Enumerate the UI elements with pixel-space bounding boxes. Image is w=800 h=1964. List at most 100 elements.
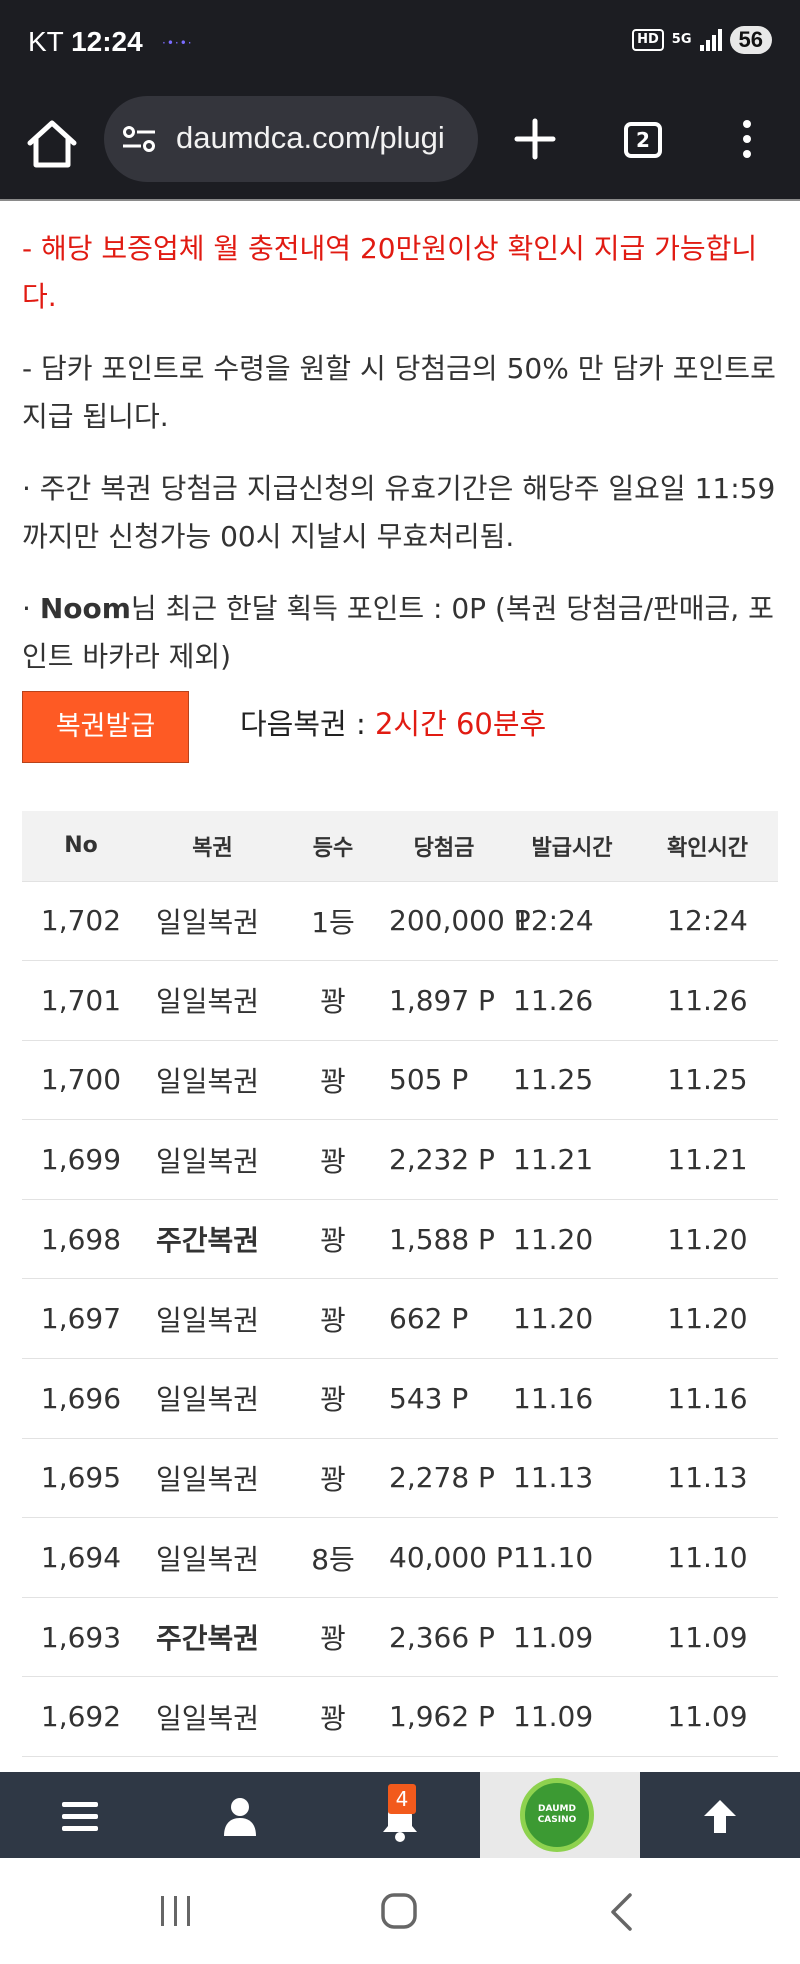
table-row: 1,694 일일복권 8등 40,000 P 11.10 11.10	[22, 1517, 778, 1598]
next-lottery-label: 다음복권 :	[240, 707, 375, 741]
cell-type: 주간복권	[140, 1199, 285, 1280]
back-icon[interactable]	[608, 1892, 634, 1932]
cell-rank: 꽝	[285, 1278, 381, 1360]
table-row: 1,702 일일복권 1등 200,000 P 12:24 12:24	[22, 881, 778, 962]
cell-prize: 2,232 P	[381, 1119, 507, 1200]
address-bar[interactable]: daumdca.com/plugi	[104, 96, 478, 182]
table-row: 1,696 일일복권 꽝 543 P 11.16 11.16	[22, 1358, 778, 1439]
network-5g-icon: 5G	[671, 32, 692, 47]
notice-charge-requirement: - 해당 보증업체 월 충전내역 20만원이상 확인시 지급 가능합니다.	[22, 232, 758, 313]
next-lottery-value: 2시간 60분후	[374, 707, 547, 741]
cell-issued: 11.20	[507, 1199, 637, 1280]
cell-checked: 11.21	[637, 1119, 778, 1200]
signal-icon	[699, 29, 722, 51]
cell-no: 1,701	[22, 960, 140, 1041]
notice-point-payout: - 담카 포인트로 수령을 원할 시 당첨금의 50% 만 담카 포인트로 지급…	[22, 352, 776, 433]
notice-monthly-points: · Noom님 최근 한달 획득 포인트 : 0P (복권 당첨금/판매금, 포…	[22, 585, 778, 681]
table-row: 1,697 일일복권 꽝 662 P 11.20 11.20	[22, 1278, 778, 1360]
new-tab-icon[interactable]	[512, 116, 558, 162]
next-lottery-timer: 다음복권 : 2시간 60분후	[240, 701, 546, 743]
bottom-navigation: 4 DAUMD CASINO	[0, 1772, 800, 1858]
cell-type: 일일복권	[140, 1278, 285, 1360]
clock: 12:24	[71, 26, 143, 57]
cell-issued: 11.10	[507, 1517, 637, 1598]
issue-lottery-button[interactable]: 복권발급	[22, 691, 189, 763]
home-icon[interactable]	[24, 116, 80, 172]
cell-checked: 11.16	[637, 1358, 778, 1439]
cell-issued: 11.16	[507, 1358, 637, 1439]
table-header-row: No 복권 등수 당첨금 발급시간 확인시간	[22, 811, 778, 882]
cell-prize: 543 P	[381, 1358, 507, 1439]
cell-checked: 12:24	[637, 881, 778, 962]
page-content: - 해당 보증업체 월 충전내역 20만원이상 확인시 지급 가능합니다. - …	[0, 201, 800, 1771]
hamburger-icon	[62, 1802, 98, 1838]
status-bar: KT 12:24 ·•·•· HD 5G 56	[0, 0, 800, 86]
lottery-history-table: No 복권 등수 당첨금 발급시간 확인시간 1,702 일일복권 1등 200,00…	[22, 811, 778, 1758]
home-nav-icon[interactable]	[380, 1892, 418, 1930]
cell-type: 일일복권	[140, 1517, 285, 1598]
column-header-issued: 발급시간	[507, 811, 637, 882]
username: Noom	[39, 592, 131, 625]
cell-no: 1,692	[22, 1676, 140, 1758]
cell-type: 일일복권	[140, 1438, 285, 1519]
cell-checked: 11.26	[637, 960, 778, 1041]
cell-rank: 꽝	[285, 1040, 381, 1121]
cell-checked: 11.09	[637, 1597, 778, 1678]
url-text[interactable]: daumdca.com/plugi	[176, 120, 445, 156]
cell-type: 일일복권	[140, 881, 285, 962]
cell-prize: 662 P	[381, 1278, 507, 1360]
cell-issued: 11.26	[507, 960, 637, 1041]
cell-rank: 꽝	[285, 1199, 381, 1280]
cell-prize: 1,897 P	[381, 960, 507, 1041]
status-icons: HD 5G 56	[632, 26, 772, 54]
cell-rank: 꽝	[285, 1438, 381, 1519]
more-menu-icon[interactable]	[740, 120, 754, 162]
cell-issued: 12:24	[507, 881, 637, 962]
table-row: 1,693 주간복권 꽝 2,366 P 11.09 11.09	[22, 1597, 778, 1678]
tab-switcher-button[interactable]: 2	[624, 122, 662, 158]
cell-no: 1,698	[22, 1199, 140, 1280]
cell-type: 일일복권	[140, 1676, 285, 1758]
table-row: 1,699 일일복권 꽝 2,232 P 11.21 11.21	[22, 1119, 778, 1200]
cell-rank: 꽝	[285, 960, 381, 1041]
cell-type: 일일복권	[140, 1119, 285, 1200]
cell-checked: 11.25	[637, 1040, 778, 1121]
cell-no: 1,697	[22, 1278, 140, 1360]
table-row: 1,700 일일복권 꽝 505 P 11.25 11.25	[22, 1040, 778, 1121]
cell-type: 일일복권	[140, 1358, 285, 1439]
battery-icon: 56	[729, 26, 772, 54]
carrier-label: KT	[28, 26, 64, 57]
cell-rank: 1등	[285, 881, 381, 962]
cell-no: 1,693	[22, 1597, 140, 1678]
column-header-type: 복권	[140, 811, 285, 882]
arrow-up-icon	[704, 1800, 736, 1833]
system-navigation-bar	[0, 1858, 800, 1964]
recent-apps-icon[interactable]	[158, 1894, 194, 1928]
cell-prize: 505 P	[381, 1040, 507, 1121]
site-settings-icon[interactable]	[122, 125, 156, 153]
status-carrier-time: KT 12:24	[28, 26, 143, 58]
table-row: 1,692 일일복권 꽝 1,962 P 11.09 11.09	[22, 1676, 778, 1758]
cell-issued: 11.20	[507, 1278, 637, 1360]
cell-rank: 꽝	[285, 1597, 381, 1678]
hd-voice-icon: HD	[632, 29, 664, 51]
cell-issued: 11.21	[507, 1119, 637, 1200]
cell-rank: 꽝	[285, 1676, 381, 1758]
cell-no: 1,696	[22, 1358, 140, 1439]
browser-toolbar: daumdca.com/plugi 2	[0, 86, 800, 200]
cell-rank: 8등	[285, 1517, 381, 1598]
column-header-rank: 등수	[285, 811, 381, 882]
cell-type: 일일복권	[140, 960, 285, 1041]
cell-no: 1,699	[22, 1119, 140, 1200]
table-row: 1,701 일일복권 꽝 1,897 P 11.26 11.26	[22, 960, 778, 1041]
cell-checked: 11.10	[637, 1517, 778, 1598]
cell-type: 주간복권	[140, 1597, 285, 1678]
home-logo-button[interactable]: DAUMD CASINO	[480, 1772, 640, 1858]
table-row: 1,695 일일복권 꽝 2,278 P 11.13 11.13	[22, 1438, 778, 1519]
cell-issued: 11.13	[507, 1438, 637, 1519]
profile-button[interactable]	[160, 1772, 320, 1858]
cell-prize: 1,588 P	[381, 1199, 507, 1280]
menu-button[interactable]	[0, 1772, 160, 1858]
cell-prize: 40,000 P	[381, 1517, 513, 1598]
scroll-top-button[interactable]	[640, 1772, 800, 1858]
